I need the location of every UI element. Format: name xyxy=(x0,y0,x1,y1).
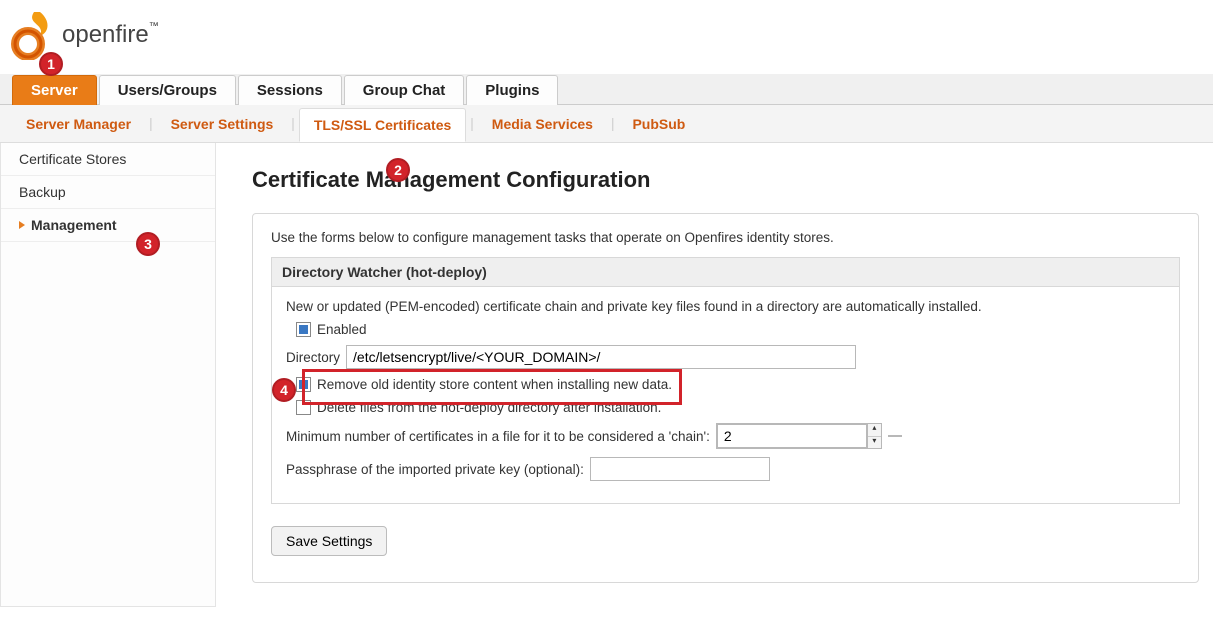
directory-input[interactable] xyxy=(346,345,856,369)
passphrase-label: Passphrase of the imported private key (… xyxy=(286,462,584,477)
min-chain-spinner-extra[interactable] xyxy=(888,435,902,437)
panel-intro: Use the forms below to configure managem… xyxy=(271,230,1180,245)
tab-group-chat[interactable]: Group Chat xyxy=(344,75,465,105)
subtab-separator: | xyxy=(468,116,476,131)
save-settings-button[interactable]: Save Settings xyxy=(271,526,387,556)
delete-files-checkbox[interactable] xyxy=(296,400,311,415)
subtab-tls-ssl[interactable]: TLS/SSL Certificates xyxy=(299,108,466,142)
remove-old-checkbox[interactable] xyxy=(296,377,311,392)
sidebar-item-certificate-stores[interactable]: Certificate Stores xyxy=(1,143,215,176)
subtab-server-manager[interactable]: Server Manager xyxy=(12,108,145,140)
primary-tabs: Server Users/Groups Sessions Group Chat … xyxy=(0,74,1213,105)
subtab-pubsub[interactable]: PubSub xyxy=(618,108,699,140)
sub-tabs: Server Manager | Server Settings | TLS/S… xyxy=(0,105,1213,143)
config-panel: Use the forms below to configure managem… xyxy=(252,213,1199,583)
enabled-label: Enabled xyxy=(317,322,367,337)
callout-1: 1 xyxy=(39,52,63,76)
tab-sessions[interactable]: Sessions xyxy=(238,75,342,105)
min-chain-spinner[interactable]: ▴▾ xyxy=(867,424,881,448)
sidebar-item-backup[interactable]: Backup xyxy=(1,176,215,209)
enabled-checkbox[interactable] xyxy=(296,322,311,337)
subtab-separator: | xyxy=(289,116,297,131)
delete-files-label: Delete files from the hot-deploy directo… xyxy=(317,400,661,415)
brand-name: openfire™ xyxy=(62,21,159,49)
tab-server[interactable]: Server xyxy=(12,75,97,105)
min-chain-label: Minimum number of certificates in a file… xyxy=(286,429,710,444)
callout-4: 4 xyxy=(272,378,296,402)
group-title: Directory Watcher (hot-deploy) xyxy=(272,258,1179,287)
tab-plugins[interactable]: Plugins xyxy=(466,75,558,105)
remove-old-label: Remove old identity store content when i… xyxy=(317,377,672,392)
subtab-separator: | xyxy=(147,116,155,131)
brand-logo: openfire™ xyxy=(0,0,1213,74)
sidebar: Certificate Stores Backup Management xyxy=(0,143,216,607)
directory-watcher-group: Directory Watcher (hot-deploy) New or up… xyxy=(271,257,1180,504)
main-content: Certificate Management Configuration Use… xyxy=(216,143,1213,607)
subtab-separator: | xyxy=(609,116,617,131)
sidebar-item-management[interactable]: Management xyxy=(1,209,215,242)
callout-2: 2 xyxy=(386,158,410,182)
tab-users-groups[interactable]: Users/Groups xyxy=(99,75,236,105)
min-chain-input[interactable] xyxy=(717,424,867,448)
subtab-server-settings[interactable]: Server Settings xyxy=(157,108,288,140)
passphrase-input[interactable] xyxy=(590,457,770,481)
group-intro: New or updated (PEM-encoded) certificate… xyxy=(286,299,1165,314)
subtab-media-services[interactable]: Media Services xyxy=(478,108,607,140)
callout-3: 3 xyxy=(136,232,160,256)
directory-label: Directory xyxy=(286,350,340,365)
